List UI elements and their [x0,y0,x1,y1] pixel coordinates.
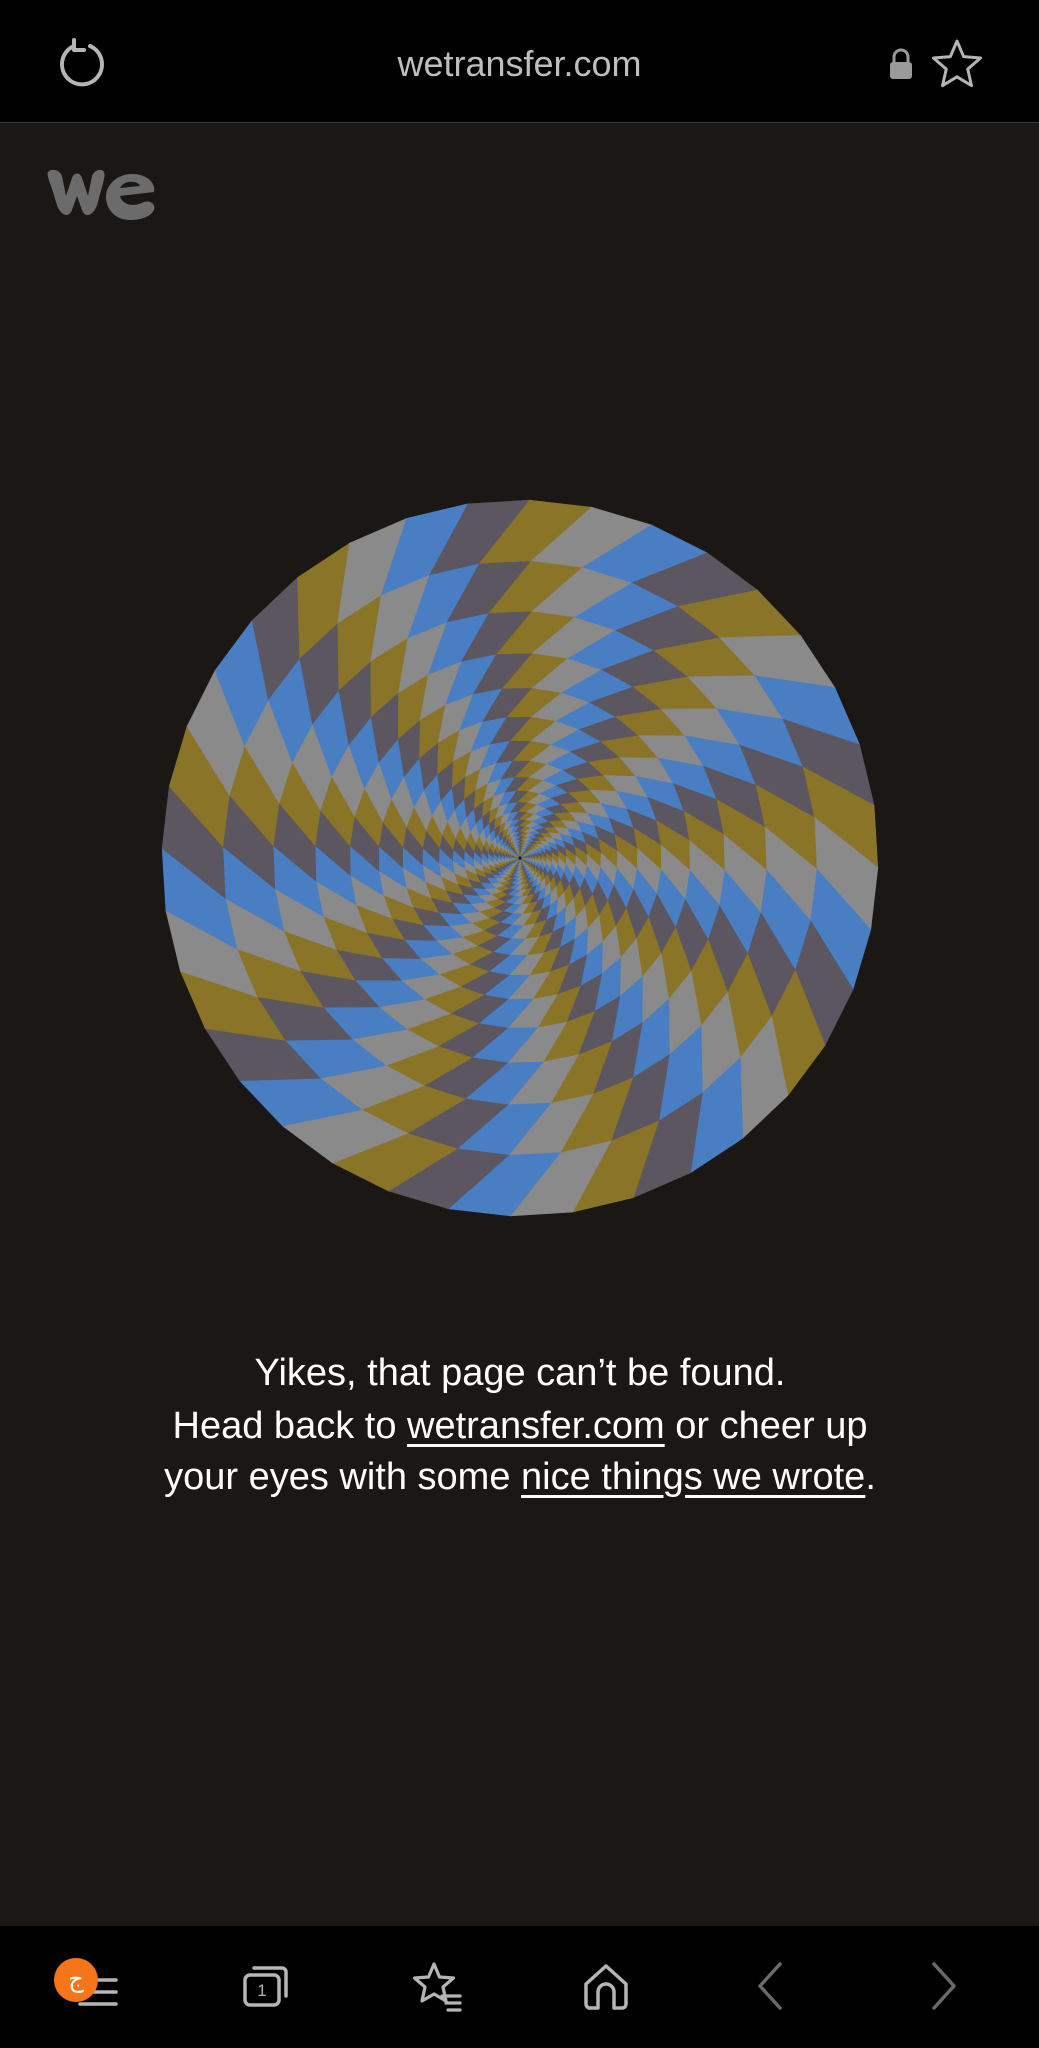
spiral-illustration [161,499,879,1217]
body-text-1: Head back to [172,1405,408,1447]
home-icon[interactable] [574,1954,638,2018]
notification-badge: ج [54,1958,98,2002]
star-icon[interactable] [930,38,984,90]
chevron-left-icon[interactable] [740,1954,804,2018]
lock-icon [890,48,912,79]
wetransfer-logo[interactable] [46,166,162,222]
nice-things-link[interactable]: nice things we wrote [521,1456,865,1498]
browser-top-bar: wetransfer.com [0,0,1039,123]
wetransfer-link[interactable]: wetransfer.com [407,1405,665,1447]
browser-bottom-bar: ج 1 [0,1926,1039,2048]
error-headline: Yikes, that page can’t be found. [254,1352,786,1394]
address-bar[interactable]: wetransfer.com [0,40,1039,88]
bookmarks-icon[interactable] [404,1954,468,2018]
chevron-right-icon[interactable] [910,1954,974,2018]
tab-count: 1 [257,1981,267,2000]
tabs-button[interactable]: 1 [234,1954,298,2018]
error-body: Head back to wetransfer.com or cheer up … [160,1401,880,1503]
error-message: Yikes, that page can’t be found. Head ba… [160,1345,880,1503]
body-text-3: . [865,1456,876,1498]
